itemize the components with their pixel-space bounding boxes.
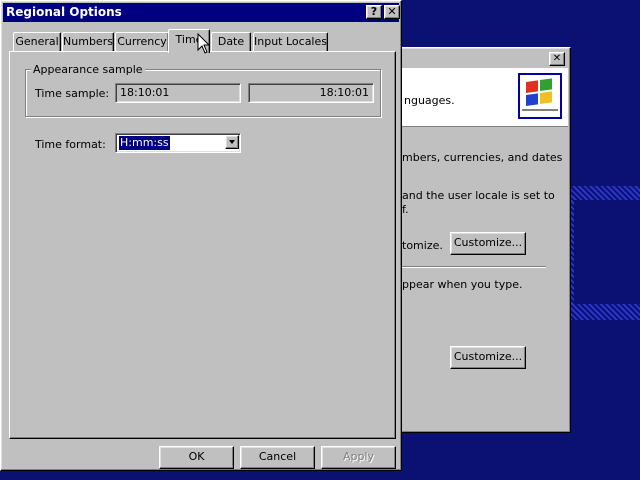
background-dialog-titlebar: ✕ [398,50,568,68]
arrow-cursor-icon [197,33,211,54]
background-header-text: nguages. [404,94,455,107]
background-text-line-1: mbers, currencies, and dates [402,151,563,164]
tab-currency[interactable]: Currency [115,32,169,51]
titlebar[interactable]: Regional Options ? ✕ [3,3,400,22]
customize-button-2[interactable]: Customize... [450,346,526,369]
cancel-button[interactable]: Cancel [240,446,315,469]
ok-button[interactable]: OK [159,446,234,469]
time-format-combobox[interactable]: H:mm:ss [115,133,241,153]
desktop-stripe-pattern [570,186,640,320]
time-sample-field-2: 18:10:01 [248,83,374,103]
regional-options-dialog: Regional Options ? ✕ General Numbers Cur… [0,0,402,471]
help-button[interactable]: ? [366,5,382,19]
dropdown-button[interactable] [225,135,239,149]
background-dialog-header: nguages. [398,68,568,127]
background-text-line-4: ppear when you type. [402,278,523,291]
time-format-input[interactable]: H:mm:ss [118,135,171,151]
background-text-line-2b: f. [402,203,409,216]
close-button[interactable]: ✕ [384,5,400,19]
background-close-button[interactable]: ✕ [549,52,565,66]
time-sample-label: Time sample: [35,87,110,100]
apply-button[interactable]: Apply [321,446,396,469]
time-format-label: Time format: [35,138,106,151]
dropdown-arrow-icon [229,140,235,144]
desktop-stripe-inner [574,200,640,304]
background-text-line-2a: and the user locale is set to [402,189,555,202]
tab-date[interactable]: Date [211,32,251,51]
dialog-title: Regional Options [6,5,122,19]
tab-numbers[interactable]: Numbers [62,32,114,51]
tab-input-locales[interactable]: Input Locales [253,32,328,51]
time-sample-field: 18:10:01 [115,83,241,103]
tab-general[interactable]: General [13,32,61,51]
customize-button-1[interactable]: Customize... [450,232,526,255]
background-dialog: ✕ nguages. mbers, currencies, and dates … [395,47,571,433]
windows-flag-icon [518,73,562,119]
background-separator [402,266,546,268]
background-text-line-3: tomize. [402,239,443,252]
appearance-group-label: Appearance sample [31,63,145,76]
